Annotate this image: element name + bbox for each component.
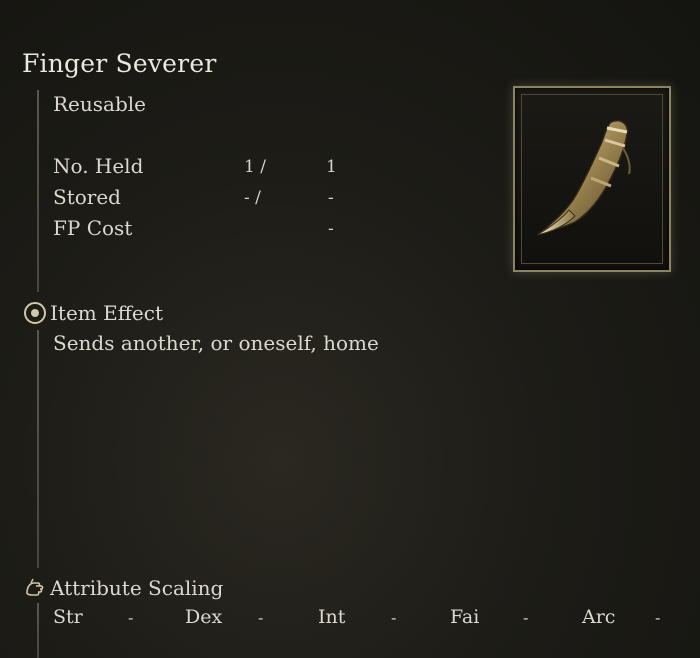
attribute-scaling-heading: Attribute Scaling	[24, 576, 223, 600]
attr-name-str: Str	[53, 606, 83, 628]
attr-value-int: -	[391, 608, 397, 627]
item-name: Finger Severer	[22, 49, 217, 78]
item-effect-heading-label: Item Effect	[50, 301, 163, 325]
attr-name-fai: Fai	[450, 606, 480, 628]
divider-line	[37, 90, 39, 292]
severed-finger-item-icon	[536, 120, 631, 236]
effect-orb-icon	[24, 302, 46, 324]
stat-fp-max: -	[328, 219, 334, 239]
item-type: Reusable	[53, 92, 146, 116]
stat-held-max: 1	[326, 157, 337, 177]
stat-held-current: 1 /	[244, 157, 266, 177]
attr-value-str: -	[128, 608, 134, 627]
attr-name-int: Int	[318, 606, 346, 628]
stat-stored-max: -	[328, 188, 334, 208]
stat-label-stored: Stored	[53, 185, 121, 209]
stat-label-held: No. Held	[53, 154, 144, 178]
divider-line	[37, 330, 39, 568]
attribute-scaling-heading-label: Attribute Scaling	[50, 576, 224, 600]
divider-line	[37, 603, 39, 658]
item-effect-heading: Item Effect	[24, 301, 163, 325]
stat-stored-current: - /	[244, 188, 261, 208]
stat-label-fp-cost: FP Cost	[53, 216, 133, 240]
item-effect-description: Sends another, or oneself, home	[53, 331, 379, 355]
hand-scaling-icon	[26, 578, 44, 596]
attr-name-arc: Arc	[582, 606, 616, 628]
item-detail-panel: Finger Severer Reusable No. Held 1 / 1 S…	[0, 0, 700, 658]
attr-value-dex: -	[258, 608, 264, 627]
attr-value-fai: -	[523, 608, 529, 627]
attr-value-arc: -	[655, 608, 661, 627]
attr-name-dex: Dex	[185, 606, 223, 628]
item-image-frame	[513, 86, 671, 272]
